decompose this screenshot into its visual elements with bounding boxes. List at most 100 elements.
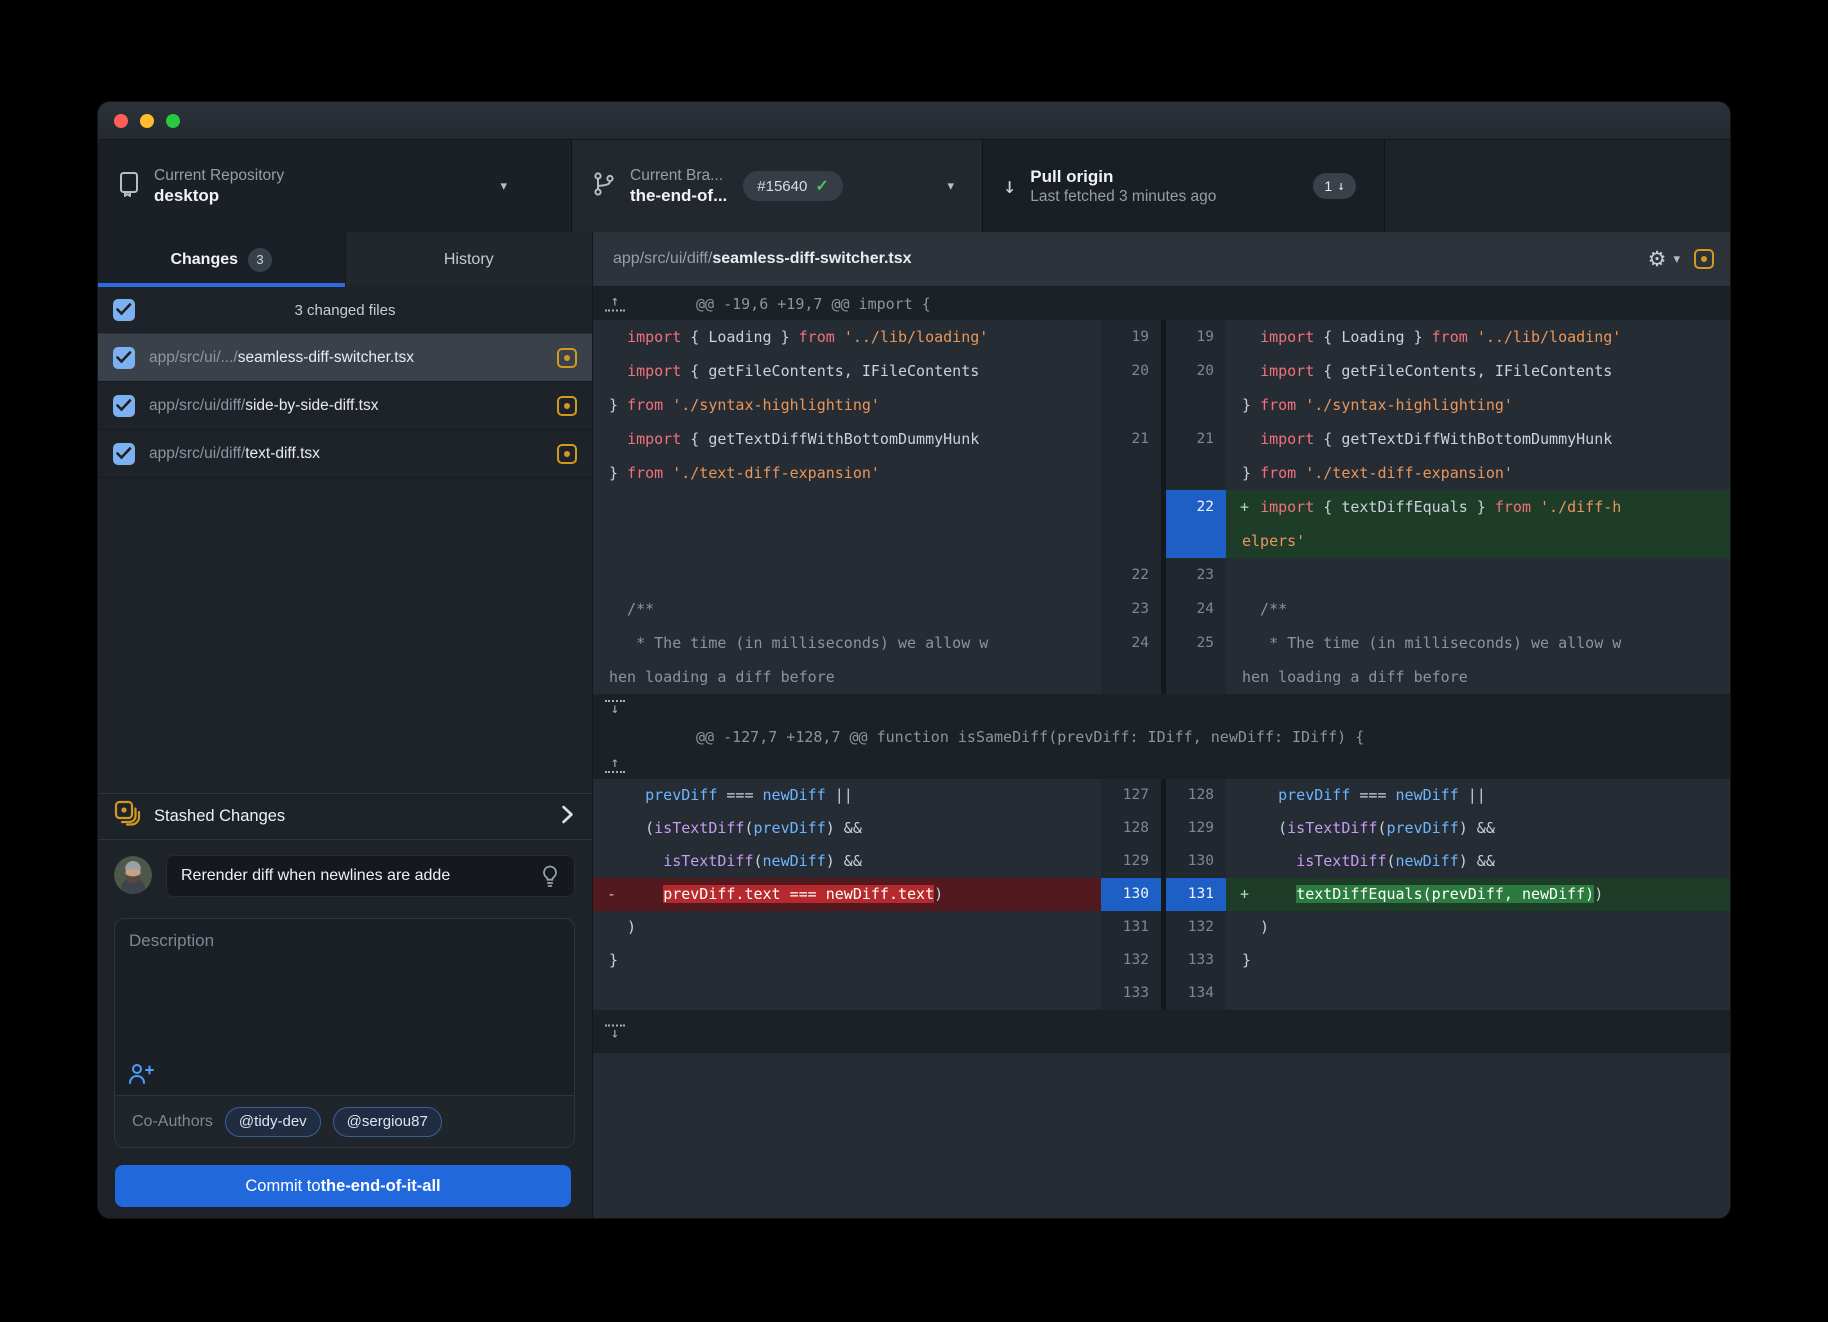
code-token: /** [609, 600, 654, 618]
branch-label: Current Bra... [630, 166, 727, 185]
code-token [1242, 786, 1278, 804]
code-token: textDiffEquals(prevDiff, newDiff) [1296, 885, 1594, 903]
commit-description-input[interactable] [115, 919, 574, 1095]
code-token: newDiff [763, 786, 826, 804]
commit-summary-input[interactable] [166, 855, 575, 897]
new-line-number[interactable]: 24 [1166, 592, 1226, 626]
new-line-number[interactable]: 25 [1166, 626, 1226, 660]
file-checkbox[interactable] [113, 395, 135, 417]
expand-up-icon[interactable]: ↑ [605, 296, 625, 311]
diff-file-path: app/src/ui/diff/seamless-diff-switcher.t… [613, 250, 912, 268]
diff-row: } from './syntax-highlighting'} from './… [593, 388, 1730, 422]
coauthors-row: Co-Authors @tidy-dev @sergiou87 [115, 1095, 574, 1147]
new-line-number[interactable]: 130 [1166, 845, 1226, 878]
new-line-number[interactable] [1166, 388, 1226, 422]
coauthor-pill[interactable]: @tidy-dev [225, 1107, 321, 1137]
code-token: ( [1387, 852, 1396, 870]
pull-subtitle: Last fetched 3 minutes ago [1030, 187, 1216, 206]
code-left [593, 977, 1101, 1010]
code-token: * The time (in milliseconds) we allow w [609, 634, 988, 652]
code-token: { getFileContents, IFileContents [681, 362, 979, 380]
new-line-number[interactable]: 131 [1166, 878, 1226, 911]
stashed-changes-button[interactable]: Stashed Changes [98, 793, 592, 840]
code-right: prevDiff === newDiff || [1226, 779, 1730, 812]
close-button[interactable] [114, 114, 128, 128]
expand-up-icon[interactable]: ↑ [605, 758, 625, 773]
new-line-number[interactable]: 23 [1166, 558, 1226, 592]
new-line-number[interactable]: 128 [1166, 779, 1226, 812]
lightbulb-icon[interactable] [541, 865, 559, 893]
code-right: /** [1226, 592, 1730, 626]
new-line-number[interactable]: 19 [1166, 320, 1226, 354]
code-token: { getTextDiffWithBottomDummyHunk [681, 430, 979, 448]
new-line-number[interactable]: 133 [1166, 944, 1226, 977]
pull-origin-button[interactable]: ↓ Pull origin Last fetched 3 minutes ago… [983, 140, 1385, 232]
old-line-number[interactable]: 21 [1101, 422, 1161, 456]
old-line-number[interactable]: 127 [1101, 779, 1161, 812]
branch-dropdown-button[interactable]: Current Bra... the-end-of... #15640 ✓ ▾ [572, 140, 983, 232]
diff-file-header: app/src/ui/diff/seamless-diff-switcher.t… [592, 232, 1730, 287]
new-line-number[interactable]: 129 [1166, 812, 1226, 845]
files-list-header: 3 changed files [98, 287, 592, 334]
old-line-number[interactable]: 22 [1101, 558, 1161, 592]
code-token: import [627, 328, 681, 346]
code-token: './text-diff-expansion' [1305, 464, 1513, 482]
file-checkbox[interactable] [113, 347, 135, 369]
select-all-checkbox[interactable] [113, 299, 135, 321]
old-line-number[interactable] [1101, 660, 1161, 694]
new-line-number[interactable]: 134 [1166, 977, 1226, 1010]
old-line-number[interactable] [1101, 524, 1161, 558]
old-line-number[interactable] [1101, 490, 1161, 524]
arrow-down-icon: ↓ [1003, 174, 1016, 199]
new-line-number[interactable]: 20 [1166, 354, 1226, 388]
old-line-number[interactable]: 131 [1101, 911, 1161, 944]
old-line-number[interactable]: 23 [1101, 592, 1161, 626]
pr-number-badge[interactable]: #15640 ✓ [743, 171, 842, 201]
diff-row: 22+ import { textDiffEquals } from './di… [593, 490, 1730, 524]
coauthor-pill[interactable]: @sergiou87 [333, 1107, 442, 1137]
old-line-number[interactable]: 19 [1101, 320, 1161, 354]
code-left: prevDiff === newDiff || [593, 779, 1101, 812]
code-token: ) && [826, 852, 862, 870]
tab-history[interactable]: History [345, 232, 593, 287]
old-line-number[interactable]: 20 [1101, 354, 1161, 388]
diff-row: }132133} [593, 944, 1730, 977]
minimize-button[interactable] [140, 114, 154, 128]
old-line-number[interactable]: 129 [1101, 845, 1161, 878]
tab-changes[interactable]: Changes 3 [98, 232, 345, 287]
file-checkbox[interactable] [113, 443, 135, 465]
code-left: (isTextDiff(prevDiff) && [593, 812, 1101, 845]
code-left: * The time (in milliseconds) we allow w [593, 626, 1101, 660]
old-line-number[interactable] [1101, 388, 1161, 422]
old-line-number[interactable]: 133 [1101, 977, 1161, 1010]
old-line-number[interactable]: 128 [1101, 812, 1161, 845]
diff-file-name: seamless-diff-switcher.tsx [712, 250, 911, 267]
code-token: hen loading a diff before [1242, 668, 1468, 686]
new-line-number[interactable]: 132 [1166, 911, 1226, 944]
code-token: /** [1242, 600, 1287, 618]
zoom-button[interactable] [166, 114, 180, 128]
old-line-number[interactable]: 24 [1101, 626, 1161, 660]
repository-dropdown-button[interactable]: Current Repository desktop ▾ [98, 140, 572, 232]
new-line-number[interactable]: 21 [1166, 422, 1226, 456]
expand-down-icon[interactable]: ↓ [605, 700, 625, 715]
code-token: from [1432, 328, 1468, 346]
old-line-number[interactable]: 132 [1101, 944, 1161, 977]
code-token: { getFileContents, IFileContents [1314, 362, 1612, 380]
old-line-number[interactable] [1101, 456, 1161, 490]
expand-down-icon[interactable]: ↓ [605, 1024, 625, 1039]
add-coauthor-button[interactable] [127, 1062, 155, 1088]
code-token: prevDiff [1278, 786, 1350, 804]
commit-button[interactable]: Commit to the-end-of-it-all [115, 1165, 571, 1207]
new-line-number[interactable] [1166, 524, 1226, 558]
code-token [609, 786, 645, 804]
new-line-number[interactable]: 22 [1166, 490, 1226, 524]
diff-options-button[interactable]: ⚙ ▾ [1648, 249, 1680, 270]
commit-button-prefix: Commit to [245, 1177, 320, 1196]
old-line-number[interactable]: 130 [1101, 878, 1161, 911]
file-row-text-diff[interactable]: app/src/ui/diff/text-diff.tsx [98, 430, 592, 478]
file-row-side-by-side-diff[interactable]: app/src/ui/diff/side-by-side-diff.tsx [98, 382, 592, 430]
file-row-seamless-diff-switcher[interactable]: app/src/ui/.../seamless-diff-switcher.ts… [98, 334, 592, 382]
new-line-number[interactable] [1166, 456, 1226, 490]
new-line-number[interactable] [1166, 660, 1226, 694]
